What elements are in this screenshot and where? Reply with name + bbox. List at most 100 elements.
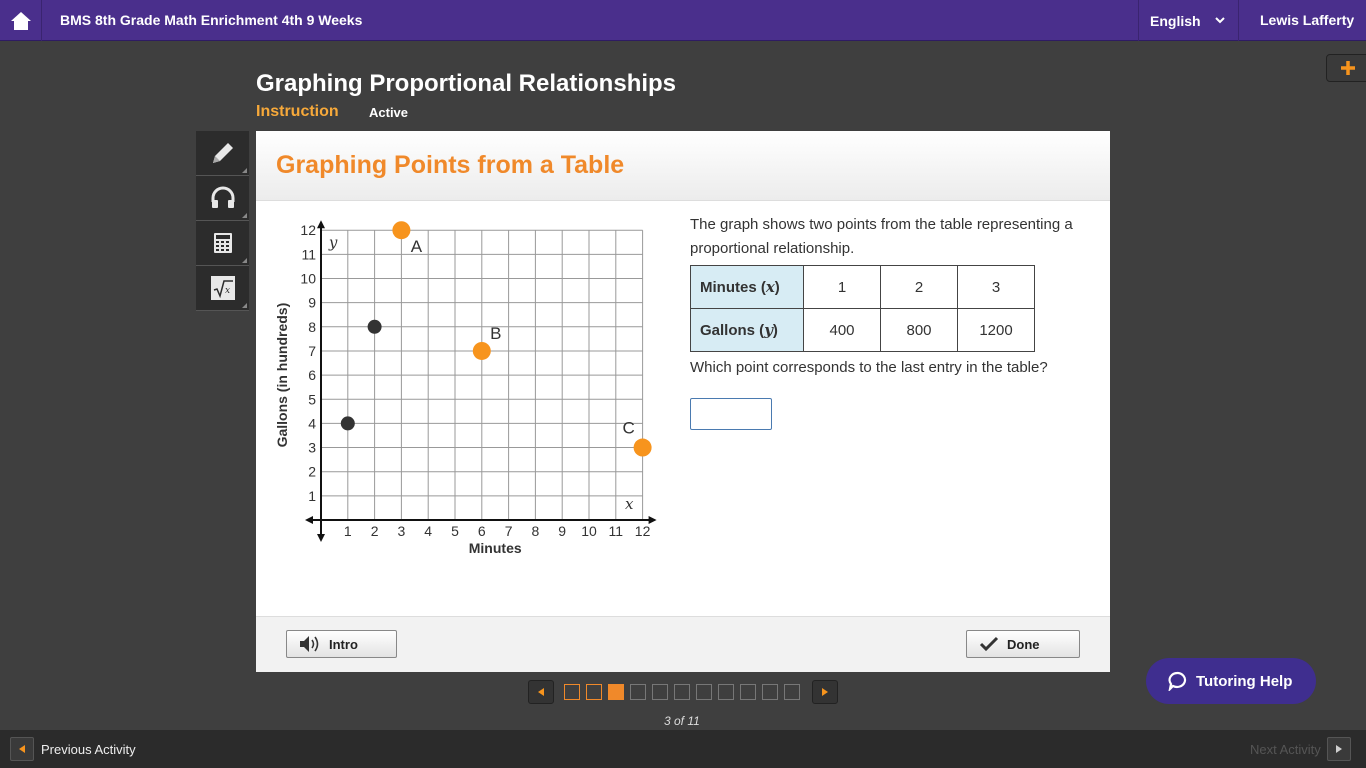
chat-bubble-icon — [1168, 671, 1187, 691]
svg-text:x: x — [225, 286, 230, 296]
plus-icon — [1341, 61, 1355, 75]
card-title: Graphing Points from a Table — [276, 151, 625, 179]
y-tick-label: 12 — [300, 222, 316, 238]
x-tick-label: 8 — [532, 523, 540, 539]
y-tick-label: 10 — [300, 271, 316, 287]
intro-label: Intro — [329, 636, 358, 652]
calculator-tool-button[interactable] — [196, 221, 249, 266]
x-axis-variable: x — [625, 495, 634, 513]
y-axis-variable: y — [328, 233, 338, 251]
x-tick-label: 1 — [344, 523, 352, 539]
previous-page-button[interactable] — [528, 680, 554, 704]
previous-activity-button[interactable]: Previous Activity — [10, 737, 136, 761]
intro-button[interactable]: Intro — [286, 630, 397, 658]
y-axis-arrow-down — [317, 534, 325, 542]
table-row: Minutes (x) 1 2 3 — [690, 265, 1035, 309]
x-tick-label: 9 — [558, 523, 566, 539]
x-tick-label: 7 — [505, 523, 513, 539]
point-label: C — [622, 419, 634, 438]
previous-activity-label: Previous Activity — [41, 741, 136, 757]
y-tick-label: 6 — [308, 367, 316, 383]
orange-point — [392, 221, 411, 240]
page-indicator[interactable] — [696, 684, 712, 700]
y-tick-label: 2 — [308, 464, 316, 480]
coordinate-graph: 1 2 3 4 5 6 7 8 9 10 11 12123456789101112xyMinutesG… — [274, 220, 657, 556]
done-button[interactable]: Done — [966, 630, 1080, 658]
activity-card: Graphing Points from a Table 1 2 3 4 5 6 7 8 9 10… — [256, 131, 1110, 672]
y-tick-label: 5 — [308, 391, 316, 407]
page-indicator[interactable] — [608, 684, 624, 700]
done-label: Done — [1007, 636, 1040, 652]
point-label: B — [490, 324, 501, 343]
orange-point — [472, 341, 491, 360]
page-navigator — [528, 680, 838, 704]
page-indicator[interactable] — [762, 684, 778, 700]
row-header-close: ) — [772, 322, 778, 339]
pencil-tool-button[interactable] — [196, 131, 249, 176]
page-indicator[interactable] — [586, 684, 602, 700]
page-indicator[interactable] — [652, 684, 668, 700]
y-tick-label: 4 — [308, 415, 316, 431]
page-indicator[interactable] — [564, 684, 580, 700]
page-indicator[interactable] — [740, 684, 756, 700]
next-activity-button[interactable]: Next Activity — [1250, 737, 1351, 761]
x-axis-label: Minutes — [469, 540, 522, 556]
table-row-header: Minutes (x) — [690, 265, 804, 309]
home-button[interactable] — [0, 0, 42, 41]
row-header-variable: x — [765, 278, 775, 296]
add-button[interactable] — [1326, 54, 1366, 82]
orange-point — [633, 438, 652, 457]
tutoring-help-button[interactable]: Tutoring Help — [1146, 658, 1316, 704]
x-tick-label: 6 — [478, 523, 486, 539]
table-cell: 400 — [803, 308, 881, 352]
x-tick-label: 10 — [581, 523, 597, 539]
language-label: English — [1150, 12, 1201, 29]
square-root-icon: x — [210, 276, 235, 300]
audio-tool-button[interactable] — [196, 176, 249, 221]
table-cell: 800 — [880, 308, 958, 352]
user-name[interactable]: Lewis Lafferty — [1260, 12, 1354, 28]
y-tick-label: 1 — [308, 488, 316, 504]
row-header-close: ) — [774, 279, 780, 296]
row-header-label: Minutes ( — [700, 279, 766, 296]
answer-input[interactable] — [690, 398, 772, 430]
language-select[interactable]: English — [1138, 0, 1239, 41]
black-point — [340, 416, 355, 431]
x-tick-label: 2 — [371, 523, 379, 539]
previous-activity-arrow — [10, 737, 34, 761]
next-activity-label: Next Activity — [1250, 741, 1321, 757]
triangle-right-icon — [822, 688, 828, 696]
x-axis-arrow-left — [305, 516, 313, 524]
page-count: 3 of 11 — [664, 714, 700, 728]
point-label: A — [411, 237, 423, 256]
x-tick-label: 5 — [451, 523, 459, 539]
page-indicator[interactable] — [674, 684, 690, 700]
page-indicator[interactable] — [630, 684, 646, 700]
bottom-bar: Previous Activity Next Activity — [0, 730, 1366, 768]
black-point — [367, 319, 382, 334]
top-bar: BMS 8th Grade Math Enrichment 4th 9 Week… — [0, 0, 1366, 41]
row-header-label: Gallons ( — [700, 322, 765, 339]
table-cell: 1200 — [957, 308, 1035, 352]
tools-panel: x — [196, 131, 249, 311]
calculator-icon — [213, 233, 232, 253]
x-tick-label: 11 — [609, 523, 624, 539]
next-activity-arrow — [1326, 737, 1351, 761]
lesson-title: Graphing Proportional Relationships — [256, 70, 677, 97]
checkmark-icon — [979, 636, 999, 652]
table-row-header: Gallons (y) — [690, 308, 804, 352]
next-page-button[interactable] — [812, 680, 838, 704]
y-tick-label: 9 — [308, 295, 316, 311]
y-tick-label: 8 — [308, 319, 316, 335]
lesson-status: Active — [369, 105, 409, 120]
page-indicator[interactable] — [784, 684, 800, 700]
pencil-icon — [212, 143, 233, 163]
formula-tool-button[interactable]: x — [196, 266, 249, 311]
x-tick-label: 4 — [424, 523, 432, 539]
row-header-variable: y — [764, 321, 773, 339]
card-footer: Intro Done — [256, 616, 1110, 672]
x-tick-label: 3 — [398, 523, 406, 539]
speaker-icon — [300, 636, 319, 652]
y-tick-label: 7 — [308, 343, 316, 359]
page-indicator[interactable] — [718, 684, 734, 700]
